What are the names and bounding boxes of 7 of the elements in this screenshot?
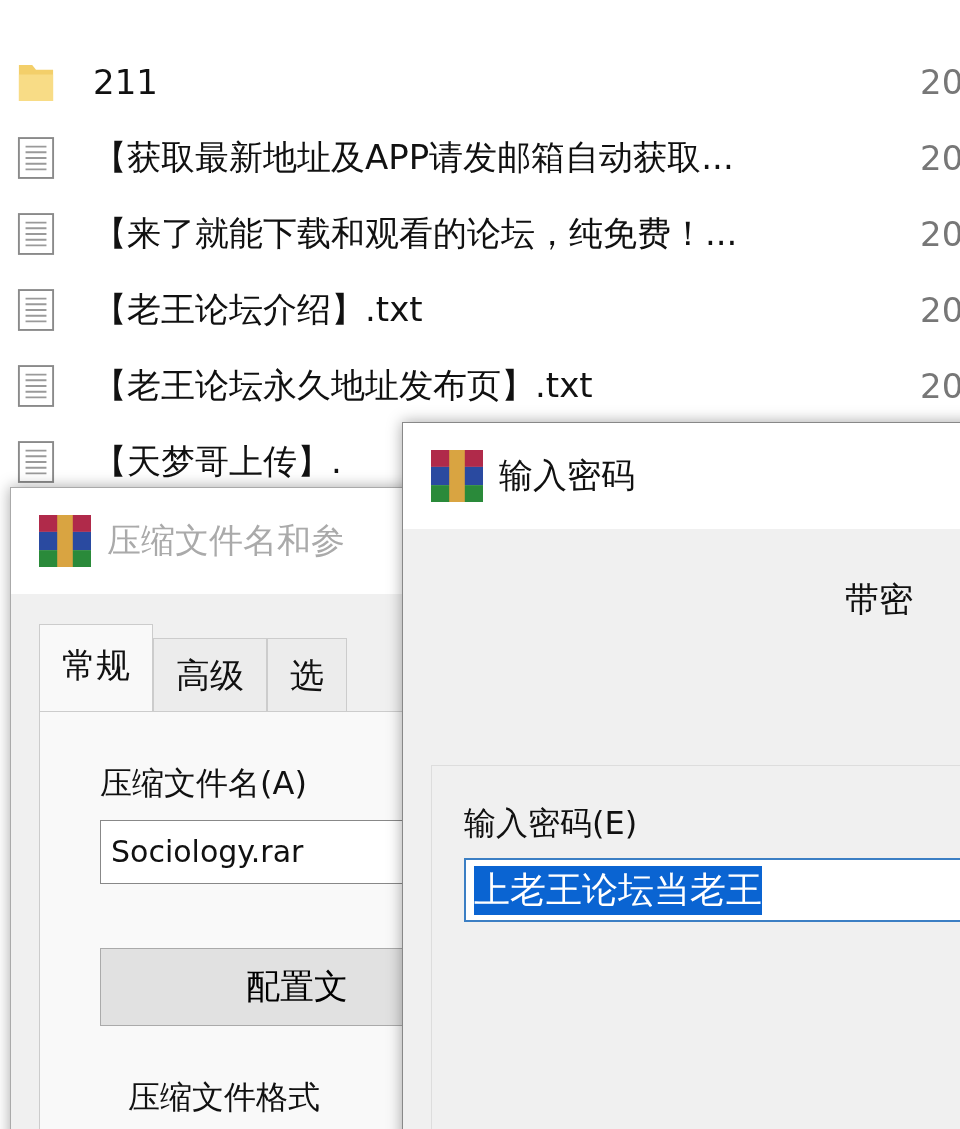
window-title: 输入密码 — [499, 454, 635, 497]
field-label: 压缩文件名(A) — [100, 763, 308, 804]
dialog-heading: 带密 — [845, 578, 913, 621]
window-title: 压缩文件名和参 — [107, 519, 345, 562]
password-text: 上老王论坛当老王 — [474, 865, 762, 915]
group-label: 压缩文件格式 — [128, 1077, 321, 1118]
field-label: 输入密码(E) — [464, 803, 639, 844]
